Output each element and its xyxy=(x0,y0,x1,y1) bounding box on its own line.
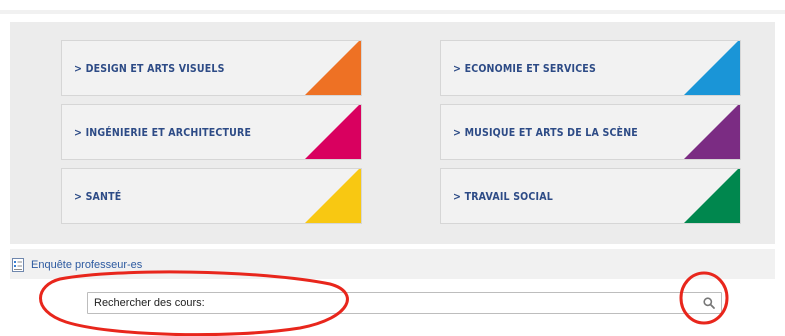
category-label: > ECONOMIE ET SERVICES xyxy=(453,62,596,75)
category-label: > SANTÉ xyxy=(74,190,122,203)
top-bar xyxy=(0,0,785,14)
category-tile-sante[interactable]: > SANTÉ xyxy=(61,168,362,224)
search-input[interactable] xyxy=(87,292,722,314)
category-tile-ingenierie[interactable]: > INGÉNIERIE ET ARCHITECTURE xyxy=(61,104,362,160)
color-triangle xyxy=(305,105,361,159)
category-label: > INGÉNIERIE ET ARCHITECTURE xyxy=(74,126,252,139)
category-label: > MUSIQUE ET ARTS DE LA SCÈNE xyxy=(453,126,638,139)
category-tile-economie[interactable]: > ECONOMIE ET SERVICES xyxy=(440,40,741,96)
color-triangle xyxy=(305,41,361,95)
category-label: > DESIGN ET ARTS VISUELS xyxy=(74,62,225,75)
color-triangle xyxy=(684,41,740,95)
color-triangle xyxy=(684,105,740,159)
survey-row: Enquête professeur-es xyxy=(11,258,142,272)
color-triangle xyxy=(305,169,361,223)
category-label: > TRAVAIL SOCIAL xyxy=(453,190,553,203)
survey-link[interactable]: Enquête professeur-es xyxy=(31,259,142,271)
category-tile-travail-social[interactable]: > TRAVAIL SOCIAL xyxy=(440,168,741,224)
category-tile-design[interactable]: > DESIGN ET ARTS VISUELS xyxy=(61,40,362,96)
color-triangle xyxy=(684,169,740,223)
category-tile-musique[interactable]: > MUSIQUE ET ARTS DE LA SCÈNE xyxy=(440,104,741,160)
checklist-document-icon xyxy=(12,258,24,272)
search-icon[interactable] xyxy=(702,296,716,310)
